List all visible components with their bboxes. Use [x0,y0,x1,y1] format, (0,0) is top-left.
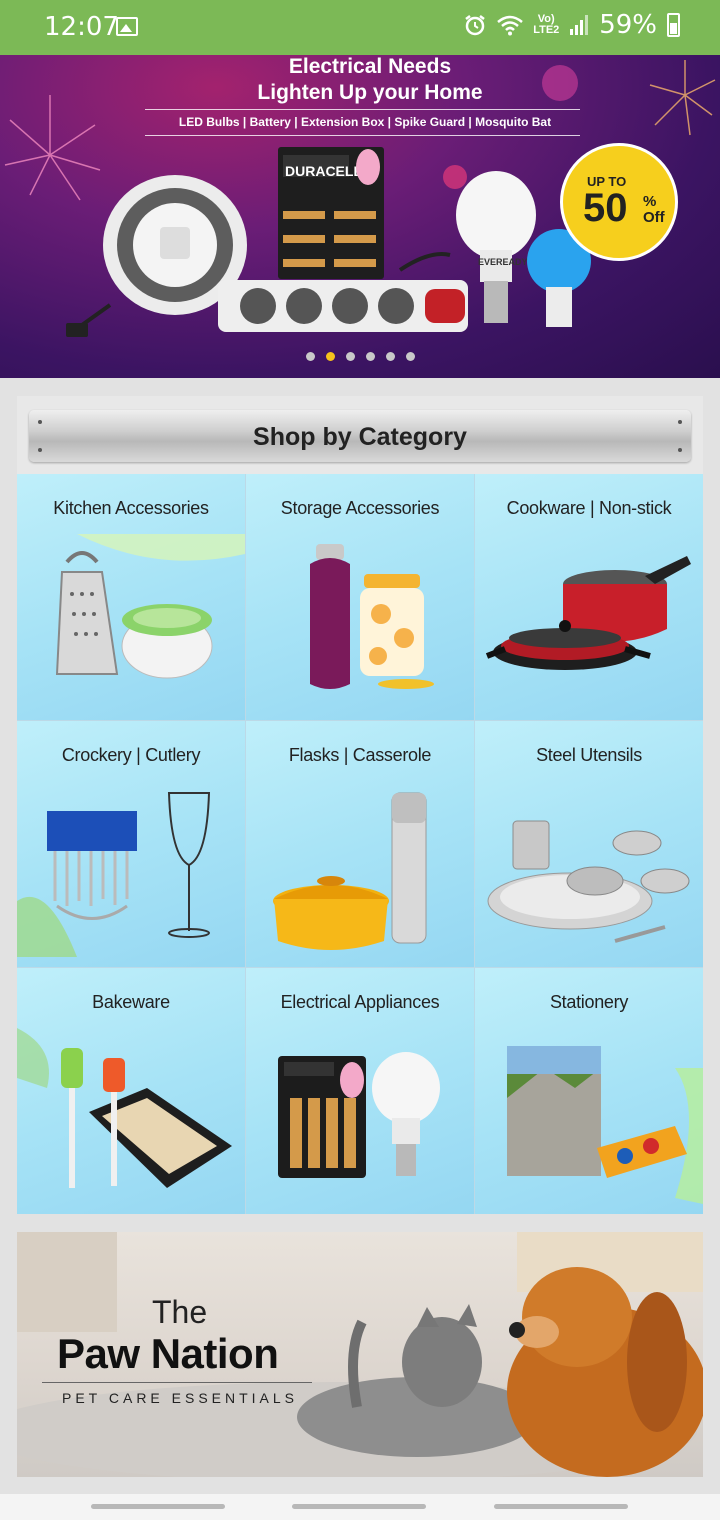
app-screen: 12:07 Vo) LTE2 59% DURACELL EVEREADY Ele… [0,0,720,1520]
hero-battery-brand: DURACELL [285,163,362,179]
steel-utensils-illustration [487,820,690,943]
flask-casserole-illustration [273,792,427,950]
hero-bulb-brand: EVEREADY [478,257,528,267]
offer-off-label: Off [643,209,665,226]
bakeware-illustration [17,1028,232,1188]
category-label: Steel Utensils [536,745,642,765]
category-label: Cookware | Non-stick [506,498,672,518]
offer-badge: UP TO 50 % Off [560,143,678,261]
offer-off: % Off [643,194,665,226]
carousel-dot-active[interactable] [325,352,335,361]
category-label: Flasks | Casserole [288,745,432,765]
battery-percent: 59% [599,10,657,40]
category-header: Shop by Category [29,410,691,462]
carousel-dot[interactable] [405,352,415,361]
shop-by-category-section: Shop by Category Kitchen Accessories Sto… [17,396,703,1214]
carousel-dots [0,352,720,361]
stationery-illustration [507,1046,703,1204]
category-electrical-appliances[interactable]: Electrical Appliances [246,968,474,1214]
hero-divider [145,135,580,136]
cooker-pan-illustration [485,556,691,670]
hero-subtitle: LED Bulbs | Battery | Extension Box | Sp… [178,115,552,129]
status-time: 12:07 [44,12,119,42]
category-flasks-casserole[interactable]: Flasks | Casserole [246,721,474,967]
battery-bulb-illustration [278,1052,440,1178]
nav-recents-button[interactable] [91,1504,225,1509]
category-steel-utensils[interactable]: Steel Utensils [475,721,703,967]
category-label: Stationery [549,992,629,1012]
grater-chopper-illustration [55,534,245,679]
category-grid: Kitchen Accessories Storage Accessories [17,474,703,1214]
pet-banner-title: Paw Nation [57,1330,279,1377]
carousel-dot[interactable] [345,352,355,361]
nav-back-button[interactable] [494,1504,628,1509]
bottle-jar-illustration [310,544,434,689]
offer-value: 50 [583,186,628,230]
network-label: Vo) LTE2 [533,13,560,36]
wifi-icon [497,15,524,36]
category-label: Storage Accessories [280,498,440,518]
paw-nation-banner[interactable]: The Paw Nation PET CARE ESSENTIALS [17,1232,703,1477]
category-storage-accessories[interactable]: Storage Accessories [246,474,474,720]
category-header-title: Shop by Category [253,423,467,451]
carousel-dot[interactable] [305,352,315,361]
category-label: Bakeware [92,992,170,1012]
pet-banner-subtitle: PET CARE ESSENTIALS [62,1390,299,1406]
offer-percent: % [643,193,657,210]
category-label: Crockery | Cutlery [61,745,201,765]
signal-icon [570,15,589,35]
gallery-icon [116,17,138,36]
cutlery-glass-illustration [17,792,211,957]
category-cookware-non-stick[interactable]: Cookware | Non-stick [475,474,703,720]
status-bar: 12:07 Vo) LTE2 59% [0,0,720,55]
category-label: Kitchen Accessories [53,498,209,518]
category-stationery[interactable]: Stationery [475,968,703,1214]
hero-title-line1: Electrical Needs [288,55,452,78]
hero-title-line2: Lighten Up your Home [257,81,483,104]
hero-banner[interactable]: DURACELL EVEREADY Electrical Needs Light… [0,55,720,378]
pet-banner-the: The [152,1294,208,1330]
nav-home-button[interactable] [292,1504,426,1509]
category-crockery-cutlery[interactable]: Crockery | Cutlery [17,721,245,967]
hero-divider [145,109,580,110]
category-bakeware[interactable]: Bakeware [17,968,245,1214]
alarm-icon [465,15,485,36]
system-nav-bar [0,1494,720,1520]
carousel-dot[interactable] [385,352,395,361]
battery-icon [667,13,680,37]
pet-banner-divider [42,1382,312,1383]
status-icons: Vo) LTE2 59% [463,10,680,40]
carousel-dot[interactable] [365,352,375,361]
category-kitchen-accessories[interactable]: Kitchen Accessories [17,474,245,720]
category-label: Electrical Appliances [280,992,440,1012]
